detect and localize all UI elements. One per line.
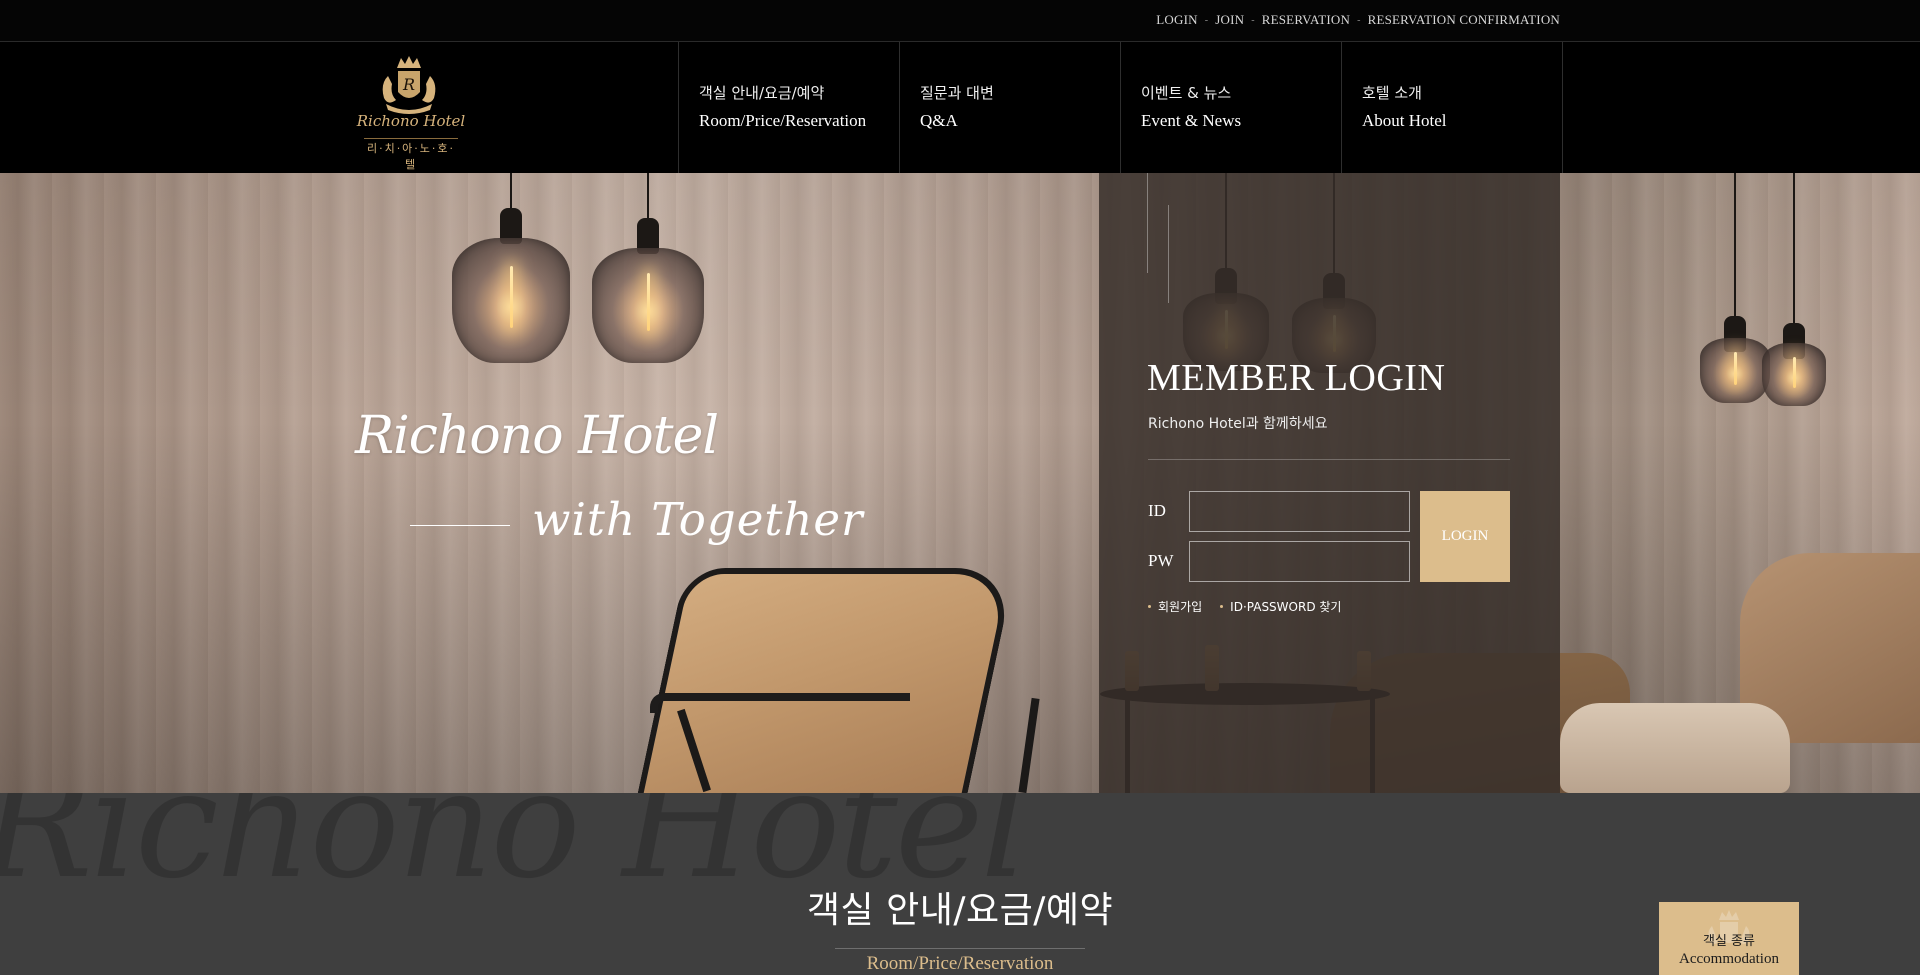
bullet-icon bbox=[1220, 605, 1224, 608]
login-divider bbox=[1148, 459, 1510, 460]
section-subtitle: Room/Price/Reservation bbox=[866, 953, 1054, 974]
hotel-logo[interactable]: R Richono Hotel 리·치·아·노·호·텔 bbox=[356, 54, 466, 174]
svg-text:R: R bbox=[402, 75, 415, 94]
join-member-link[interactable]: 회원가입 bbox=[1148, 598, 1202, 615]
site-header: R Richono Hotel 리·치·아·노·호·텔 객실 안내/요금/예약 … bbox=[0, 42, 1920, 174]
top-utility-bar: LOGIN - JOIN - RESERVATION - RESERVATION… bbox=[0, 0, 1920, 42]
separator: - bbox=[1251, 14, 1255, 26]
pendant-lamp-image bbox=[1762, 173, 1826, 408]
pw-input[interactable] bbox=[1189, 541, 1410, 582]
reservation-confirmation-link[interactable]: RESERVATION CONFIRMATION bbox=[1368, 12, 1560, 28]
find-id-password-label: ID·PASSWORD 찾기 bbox=[1230, 600, 1342, 614]
slogan-divider bbox=[410, 525, 510, 526]
reservation-link[interactable]: RESERVATION bbox=[1262, 12, 1350, 28]
nav-item-rooms[interactable]: 객실 안내/요금/예약 Room/Price/Reservation bbox=[678, 42, 899, 173]
chair-arm bbox=[650, 693, 910, 713]
login-title: MEMBER LOGIN bbox=[1147, 357, 1446, 399]
nav-item-label-ko: 질문과 대변 bbox=[920, 84, 994, 102]
nav-item-label-ko: 객실 안내/요금/예약 bbox=[699, 84, 825, 102]
nav-item-label-en: Event & News bbox=[1141, 111, 1242, 130]
nav-item-about[interactable]: 호텔 소개 About Hotel bbox=[1341, 42, 1562, 173]
nav-item-events[interactable]: 이벤트 & 뉴스 Event & News bbox=[1120, 42, 1341, 173]
separator: - bbox=[1357, 14, 1361, 26]
decor-line bbox=[1168, 205, 1169, 303]
hero-slogan-sub: with Together bbox=[532, 493, 864, 546]
nav-item-label-en: Room/Price/Reservation bbox=[699, 111, 867, 130]
logo-brand-text: Richono Hotel bbox=[356, 112, 466, 130]
id-input[interactable] bbox=[1189, 491, 1410, 532]
chair-cushion bbox=[1560, 703, 1790, 793]
section-title: 객실 안내/요금/예약 bbox=[806, 890, 1114, 931]
nav-item-label-en: About Hotel bbox=[1362, 111, 1447, 130]
member-login-panel: MEMBER LOGIN Richono Hotel과 함께하세요 ID PW … bbox=[1099, 173, 1560, 793]
bullet-icon bbox=[1148, 605, 1151, 608]
pw-label: PW bbox=[1148, 551, 1174, 570]
hero-banner: Richono Hotel with Together MEMBER LOGIN… bbox=[0, 173, 1920, 793]
nav-item-label-ko: 이벤트 & 뉴스 bbox=[1141, 84, 1232, 102]
login-link[interactable]: LOGIN bbox=[1156, 12, 1197, 28]
separator: - bbox=[1204, 14, 1209, 26]
hero-slogan-main: Richono Hotel bbox=[355, 406, 719, 466]
nav-item-label-en: Q&A bbox=[920, 111, 958, 130]
join-member-label: 회원가입 bbox=[1158, 600, 1203, 614]
join-link[interactable]: JOIN bbox=[1215, 12, 1244, 28]
accommodation-badge-button[interactable]: 객실 종류 Accommodation bbox=[1659, 902, 1799, 975]
decor-line bbox=[1147, 173, 1148, 273]
accommodation-badge-label-ko: 객실 종류 bbox=[1703, 934, 1755, 949]
login-button[interactable]: LOGIN bbox=[1420, 491, 1510, 582]
utility-nav: LOGIN - JOIN - RESERVATION - RESERVATION… bbox=[1156, 12, 1560, 28]
logo-korean-text: 리·치·아·노·호·텔 bbox=[364, 138, 458, 174]
pendant-lamp-image bbox=[592, 173, 704, 373]
nav-item-label-ko: 호텔 소개 bbox=[1362, 84, 1422, 102]
main-navigation: 객실 안내/요금/예약 Room/Price/Reservation 질문과 대… bbox=[678, 42, 1563, 173]
accommodation-badge-label-en: Accommodation bbox=[1679, 951, 1779, 967]
id-label: ID bbox=[1148, 501, 1166, 520]
nav-item-qna[interactable]: 질문과 대변 Q&A bbox=[899, 42, 1120, 173]
pendant-lamp-image bbox=[452, 173, 570, 368]
login-links: 회원가입 ID·PASSWORD 찾기 bbox=[1148, 598, 1341, 615]
crest-icon: R bbox=[382, 56, 436, 114]
rooms-section: Richono Hotel 객실 안내/요금/예약 Room/Price/Res… bbox=[0, 793, 1920, 975]
login-subtitle: Richono Hotel과 함께하세요 bbox=[1148, 416, 1328, 432]
find-id-password-link[interactable]: ID·PASSWORD 찾기 bbox=[1220, 598, 1341, 615]
pendant-lamp-image bbox=[1700, 173, 1770, 408]
section-divider bbox=[835, 948, 1085, 949]
